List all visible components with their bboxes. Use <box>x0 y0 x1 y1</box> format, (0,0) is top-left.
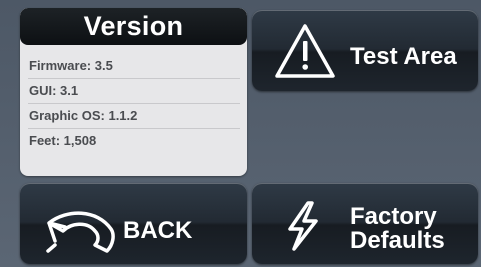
lightning-bolt-icon <box>284 201 320 256</box>
test-area-label: Test Area <box>350 43 457 70</box>
gui-version: GUI: 3.1 <box>28 79 240 104</box>
version-screen: Version Firmware: 3.5 GUI: 3.1 Graphic O… <box>0 0 481 267</box>
back-button[interactable]: BACK <box>20 183 247 264</box>
back-label: BACK <box>123 217 193 244</box>
undo-arrow-icon <box>45 211 119 260</box>
version-list: Firmware: 3.5 GUI: 3.1 Graphic OS: 1.1.2… <box>28 54 240 153</box>
factory-defaults-button[interactable]: Factory Defaults <box>252 183 478 264</box>
factory-defaults-label-line2: Defaults <box>350 227 445 254</box>
test-area-button[interactable]: Test Area <box>252 10 478 91</box>
version-title: Version <box>20 8 247 45</box>
firmware-version: Firmware: 3.5 <box>28 54 240 79</box>
graphic-os-version: Graphic OS: 1.1.2 <box>28 104 240 129</box>
feet-count: Feet: 1,508 <box>29 133 97 148</box>
version-panel: Version Firmware: 3.5 GUI: 3.1 Graphic O… <box>20 8 247 176</box>
warning-triangle-icon <box>274 23 336 84</box>
factory-defaults-label-line1: Factory <box>350 203 437 230</box>
